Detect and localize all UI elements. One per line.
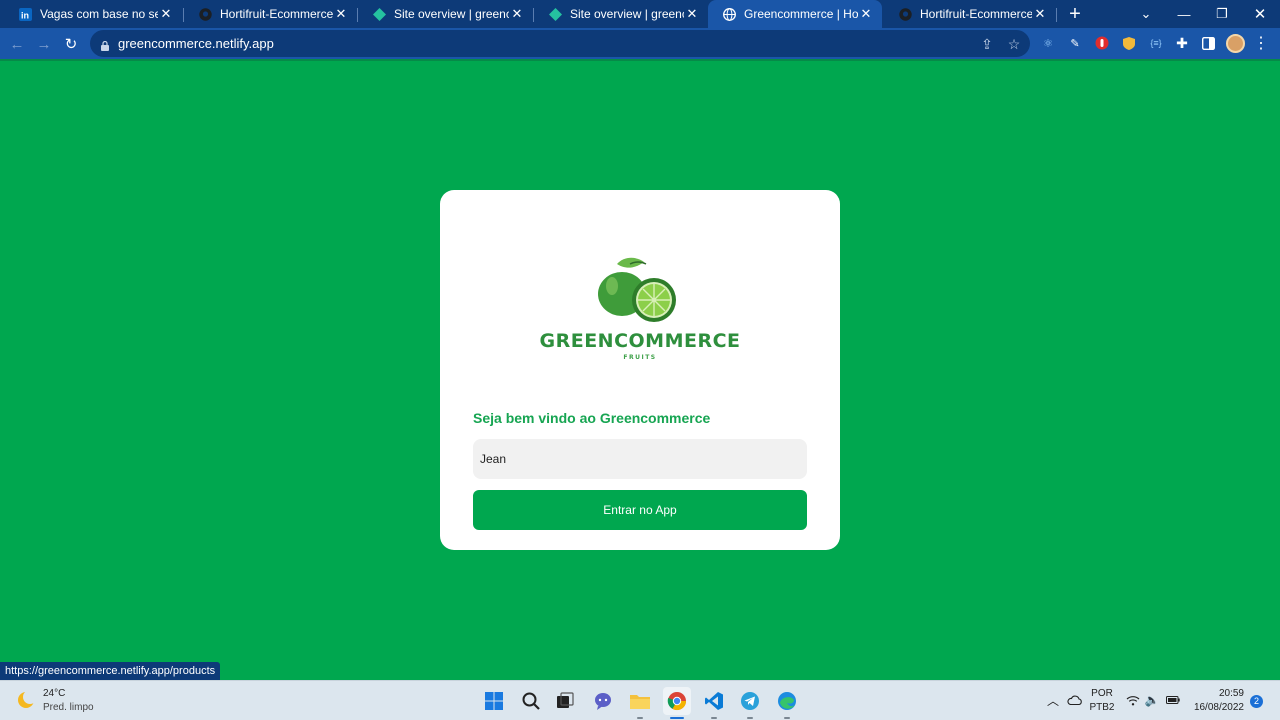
vscode-icon[interactable] — [700, 687, 728, 715]
close-icon[interactable]: ✕ — [684, 6, 700, 22]
windows-taskbar: 24°C Pred. limpo ︿ POR PTB2 🔈 20:59 16/0… — [0, 680, 1280, 720]
tab-title: Hortifruit-Ecommerce/public — [920, 7, 1032, 21]
tab-title: Hortifruit-Ecommerce/readme — [220, 7, 333, 21]
enter-app-button[interactable]: Entrar no App — [473, 490, 807, 530]
new-tab-button[interactable]: + — [1064, 3, 1086, 25]
github-icon — [198, 7, 212, 21]
task-view-icon[interactable] — [551, 687, 579, 715]
weather-temperature: 24°C — [43, 688, 66, 699]
svg-text:in: in — [21, 10, 29, 20]
taskbar-running-indicator — [711, 717, 717, 719]
shield-extension-icon[interactable] — [1121, 35, 1137, 51]
battery-icon[interactable] — [1165, 692, 1181, 708]
side-panel-icon[interactable] — [1200, 35, 1216, 51]
brand-name: GREENCOMMERCE — [539, 330, 741, 352]
teams-chat-icon[interactable] — [589, 687, 617, 715]
globe-icon — [722, 7, 736, 21]
tab-netlify-overview-2[interactable]: Site overview | greencommerce ✕ — [534, 0, 708, 28]
tab-title: Greencommerce | Hortifruit — [744, 7, 858, 21]
lock-icon — [101, 38, 109, 51]
minimize-button[interactable]: — — [1165, 0, 1203, 28]
brand-subtitle: FRUITS — [623, 354, 657, 361]
browser-toolbar: ← → ↻ greencommerce.netlify.app ⇪ ☆ ⚛ ✎ … — [0, 28, 1280, 59]
toolbar-divider — [0, 59, 1280, 61]
github-icon — [898, 7, 912, 21]
windows-start-icon[interactable] — [480, 687, 508, 715]
close-icon[interactable]: ✕ — [509, 6, 525, 22]
share-icon[interactable]: ⇪ — [978, 35, 996, 53]
close-icon[interactable]: ✕ — [1032, 6, 1048, 22]
tab-strip: in Vagas com base no seu perfil ✕ Hortif… — [0, 0, 1280, 28]
close-icon[interactable]: ✕ — [333, 6, 349, 22]
taskbar-running-indicator — [747, 717, 753, 719]
taskbar-running-indicator — [784, 717, 790, 719]
tab-netlify-overview-1[interactable]: Site overview | greencommerce ✕ — [358, 0, 533, 28]
clock-time[interactable]: 20:59 — [1188, 688, 1244, 699]
tab-title: Site overview | greencommerce — [570, 7, 684, 21]
onedrive-cloud-icon[interactable] — [1066, 692, 1082, 708]
taskbar-active-indicator — [670, 717, 684, 719]
login-card: GREENCOMMERCE FRUITS Seja bem vindo ao G… — [440, 190, 840, 550]
netlify-icon — [548, 7, 562, 21]
close-icon[interactable]: ✕ — [158, 6, 174, 22]
react-devtools-icon[interactable]: ⚛ — [1040, 35, 1056, 51]
wifi-icon[interactable] — [1125, 692, 1141, 708]
show-hidden-icons-chevron-icon[interactable]: ︿ — [1045, 692, 1061, 708]
forward-button[interactable]: → — [32, 32, 56, 56]
address-bar[interactable]: greencommerce.netlify.app ⇪ ☆ — [90, 30, 1030, 57]
file-explorer-icon[interactable] — [626, 687, 654, 715]
taskbar-running-indicator — [637, 717, 643, 719]
keyboard-language[interactable]: POR — [1089, 688, 1115, 699]
welcome-heading: Seja bem vindo ao Greencommerce — [473, 410, 711, 426]
url-text: greencommerce.netlify.app — [118, 36, 274, 51]
profile-avatar[interactable] — [1226, 34, 1245, 53]
notification-count-badge[interactable]: 2 — [1250, 695, 1263, 708]
restore-button[interactable]: ❐ — [1203, 0, 1241, 28]
tab-github-public[interactable]: Hortifruit-Ecommerce/public ✕ — [884, 0, 1056, 28]
red-extension-icon[interactable] — [1094, 35, 1110, 51]
tab-github-readme[interactable]: Hortifruit-Ecommerce/readme ✕ — [184, 0, 357, 28]
tab-title: Vagas com base no seu perfil — [40, 7, 158, 21]
close-icon[interactable]: ✕ — [858, 6, 874, 22]
close-window-button[interactable]: ✕ — [1241, 0, 1279, 28]
bookmark-star-icon[interactable]: ☆ — [1005, 35, 1023, 53]
keyboard-layout[interactable]: PTB2 — [1089, 702, 1115, 713]
pen-extension-icon[interactable]: ✎ — [1067, 35, 1083, 51]
tab-linkedin[interactable]: in Vagas com base no seu perfil ✕ — [4, 0, 182, 28]
chrome-icon[interactable] — [663, 687, 691, 715]
link-status-bubble: https://greencommerce.netlify.app/produc… — [0, 662, 221, 680]
edge-icon[interactable] — [773, 687, 801, 715]
clock-date[interactable]: 16/08/2022 — [1188, 702, 1244, 713]
reload-button[interactable]: ↻ — [59, 32, 83, 56]
json-extension-icon[interactable]: {≡} — [1148, 35, 1164, 51]
tab-search-chevron-icon[interactable]: ⌄ — [1127, 0, 1165, 28]
netlify-icon — [372, 7, 386, 21]
telegram-icon[interactable] — [736, 687, 764, 715]
more-menu-icon[interactable]: ⋮ — [1253, 34, 1269, 53]
tab-greencommerce-active[interactable]: Greencommerce | Hortifruit ✕ — [708, 0, 882, 28]
weather-condition: Pred. limpo — [43, 702, 94, 713]
extensions-puzzle-icon[interactable]: ✚ — [1174, 35, 1190, 51]
tab-separator — [1056, 8, 1057, 22]
linkedin-icon: in — [18, 7, 32, 21]
back-button[interactable]: ← — [5, 32, 29, 56]
search-icon[interactable] — [517, 687, 545, 715]
name-input[interactable] — [473, 439, 807, 479]
weather-moon-icon[interactable] — [16, 690, 37, 710]
tab-title: Site overview | greencommerce — [394, 7, 509, 21]
volume-icon[interactable]: 🔈 — [1144, 692, 1160, 708]
